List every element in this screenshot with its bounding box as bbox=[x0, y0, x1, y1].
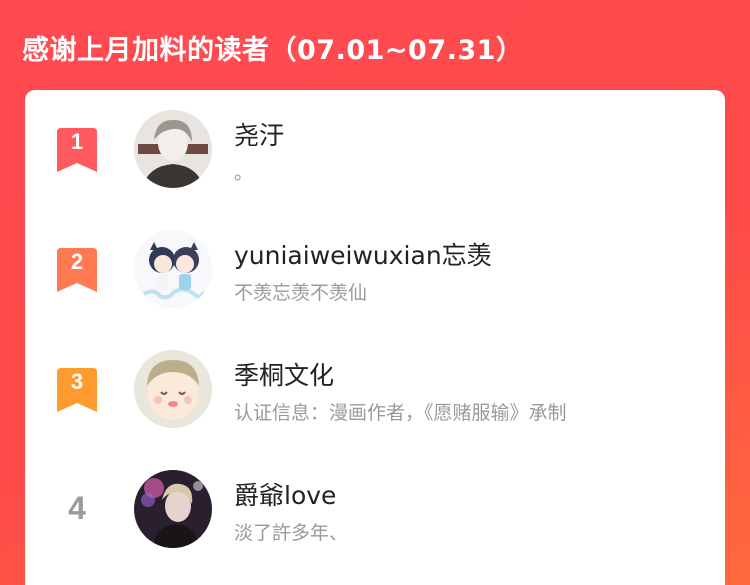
reader-description: 不羡忘羡不羡仙 bbox=[234, 282, 368, 304]
avatar[interactable] bbox=[134, 470, 212, 548]
rank-number: 2 bbox=[70, 249, 84, 274]
reader-list: 1 尧汙 。 2 yuniaiweiwuxian忘羡 不羡忘羡不羡仙 3 季桐文… bbox=[25, 90, 725, 585]
rank-badge: 2 bbox=[56, 247, 98, 293]
page: 感谢上月加料的读者（07.01~07.31） 1 尧汙 。 2 yuniaiwe… bbox=[0, 0, 750, 585]
rank-number: 1 bbox=[70, 129, 84, 154]
reader-name[interactable]: yuniaiweiwuxian忘羡 bbox=[234, 236, 492, 272]
avatar[interactable] bbox=[134, 350, 212, 428]
rank-badge: 1 bbox=[56, 127, 98, 173]
avatar-image bbox=[134, 230, 212, 308]
avatar-image bbox=[134, 350, 212, 428]
rank-number: 4 bbox=[68, 490, 86, 526]
reader-name[interactable]: 尧汙 bbox=[234, 116, 284, 152]
avatar-image bbox=[134, 470, 212, 548]
reader-description: 。 bbox=[234, 162, 254, 184]
avatar[interactable] bbox=[134, 110, 212, 188]
reader-row[interactable]: 4 爵爺love 淡了許多年、 bbox=[25, 470, 725, 570]
avatar[interactable] bbox=[134, 230, 212, 308]
rank-badge: 3 bbox=[56, 367, 98, 413]
avatar-image bbox=[134, 110, 212, 188]
rank-number: 3 bbox=[70, 369, 84, 394]
reader-name[interactable]: 季桐文化 bbox=[234, 356, 334, 392]
reader-description: 淡了許多年、 bbox=[234, 522, 349, 544]
reader-name[interactable]: 爵爺love bbox=[234, 476, 336, 512]
reader-description: 认证信息：漫画作者，《愿赌服输》承制 bbox=[234, 402, 567, 424]
reader-row[interactable]: 3 季桐文化 认证信息：漫画作者，《愿赌服输》承制 bbox=[25, 350, 725, 450]
page-title: 感谢上月加料的读者（07.01~07.31） bbox=[22, 35, 524, 66]
reader-row[interactable]: 1 尧汙 。 bbox=[25, 110, 725, 210]
reader-row[interactable]: 2 yuniaiweiwuxian忘羡 不羡忘羡不羡仙 bbox=[25, 230, 725, 330]
